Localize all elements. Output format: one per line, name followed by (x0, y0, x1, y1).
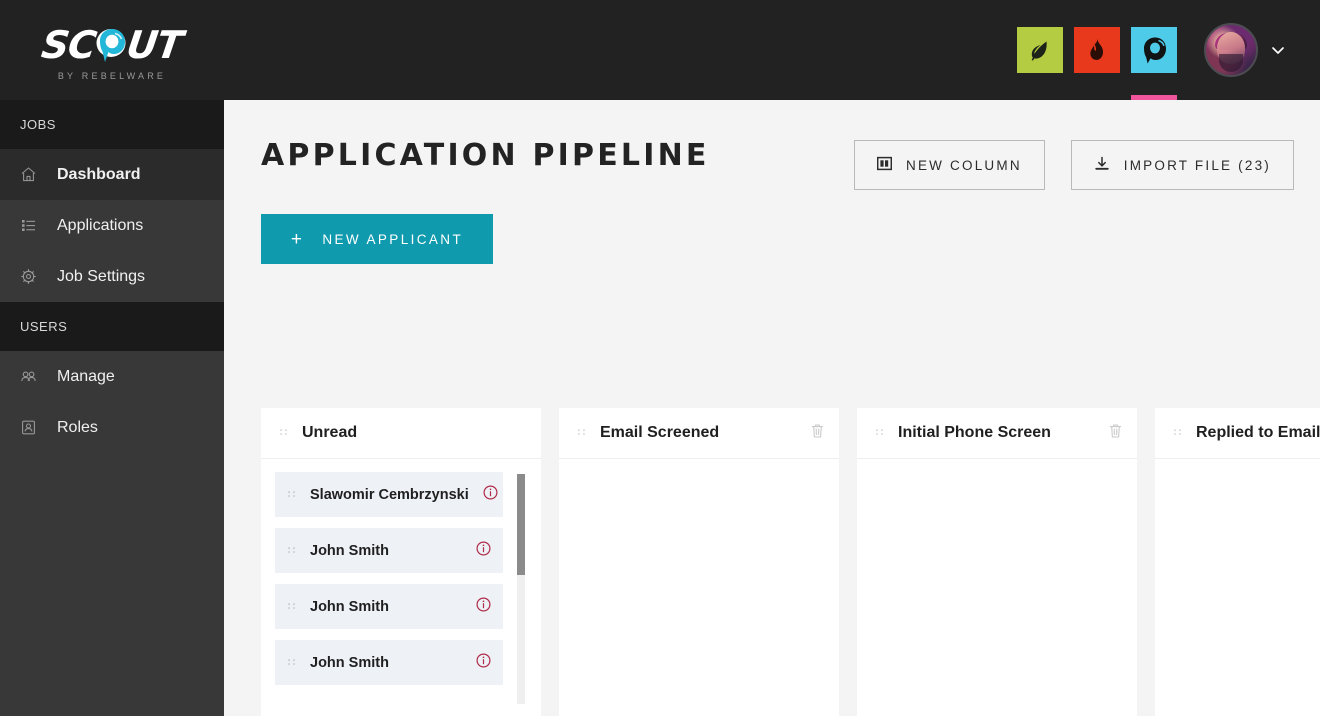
sidebar-item-roles-label: Roles (57, 418, 98, 436)
applicant-card[interactable]: John Smith (275, 640, 503, 685)
nav-app-leaf[interactable] (1017, 27, 1063, 73)
user-menu[interactable] (1204, 23, 1286, 77)
brand-wordmark: SC UT (39, 22, 185, 67)
flame-icon (1074, 27, 1120, 73)
brand-name-part-ut: UT (123, 22, 185, 67)
page-header-actions: NEW COLUMN IMPORT FILE (23) (854, 137, 1294, 190)
sidebar-item-manage-label: Manage (57, 367, 115, 385)
sidebar-section-jobs: JOBS (0, 100, 224, 149)
leaf-icon (1017, 27, 1063, 73)
drag-handle-icon[interactable] (287, 545, 296, 557)
top-bar: SC UT BY REBELWARE (0, 0, 1320, 100)
sidebar-item-roles[interactable]: Roles (0, 402, 224, 453)
column-title: Initial Phone Screen (898, 424, 1051, 441)
page-title: APPLICATION PIPELINE (261, 138, 710, 173)
scrollbar-thumb[interactable] (517, 474, 525, 575)
sidebar-item-dashboard-label: Dashboard (57, 165, 141, 183)
board-columns: Unread Slawomir Cembrzynski John Smith J… (261, 408, 1320, 716)
applicant-name: John Smith (310, 598, 389, 615)
drag-handle-icon[interactable] (287, 601, 296, 613)
drag-handle-icon[interactable] (875, 427, 884, 439)
column-body: Slawomir Cembrzynski John Smith John Smi… (261, 459, 541, 716)
board-column-email-screened: Email Screened (559, 408, 839, 716)
column-title: Replied to Email (1196, 424, 1320, 441)
scout-icon (1131, 27, 1177, 73)
home-icon (20, 166, 37, 183)
brand-tagline: BY REBELWARE (57, 70, 167, 81)
column-title: Email Screened (600, 424, 720, 441)
column-body (1155, 459, 1320, 716)
new-column-button[interactable]: NEW COLUMN (854, 140, 1045, 190)
card-list: Slawomir Cembrzynski John Smith John Smi… (275, 472, 503, 685)
brand-logo[interactable]: SC UT BY REBELWARE (0, 0, 224, 100)
column-header[interactable]: Initial Phone Screen (857, 408, 1137, 459)
import-file-button[interactable]: IMPORT FILE (23) (1070, 140, 1294, 190)
badge-icon (20, 419, 37, 436)
board-column-replied-to-email: Replied to Email (1155, 408, 1320, 716)
top-nav (1017, 0, 1320, 100)
import-icon (1094, 156, 1110, 175)
column-header[interactable]: Email Screened (559, 408, 839, 459)
column-header[interactable]: Replied to Email (1155, 408, 1320, 459)
nav-app-scout[interactable] (1131, 27, 1177, 100)
drag-handle-icon[interactable] (287, 489, 296, 501)
sidebar-section-jobs-label: JOBS (20, 117, 56, 132)
users-icon (20, 368, 37, 385)
column-vertical-scrollbar[interactable] (517, 474, 525, 704)
avatar[interactable] (1204, 23, 1258, 77)
applicant-card[interactable]: Slawomir Cembrzynski (275, 472, 503, 517)
drag-handle-icon[interactable] (279, 427, 288, 439)
applicant-name: Slawomir Cembrzynski (310, 486, 469, 503)
brand-o-mark (95, 27, 128, 63)
drag-handle-icon[interactable] (287, 657, 296, 669)
chevron-down-icon[interactable] (1270, 42, 1286, 58)
new-applicant-button[interactable]: + NEW APPLICANT (261, 214, 493, 264)
column-icon (876, 156, 893, 174)
nav-app-flame[interactable] (1074, 27, 1120, 73)
info-circle-icon[interactable] (476, 540, 491, 561)
sidebar-item-job-settings-label: Job Settings (57, 267, 146, 285)
board-column-unread: Unread Slawomir Cembrzynski John Smith J… (261, 408, 541, 716)
sidebar-section-users: USERS (0, 302, 224, 351)
sidebar-item-applications[interactable]: Applications (0, 200, 224, 251)
pipeline-board: Unread Slawomir Cembrzynski John Smith J… (261, 408, 1320, 716)
applicant-card[interactable]: John Smith (275, 584, 503, 629)
column-body (857, 459, 1137, 716)
import-file-button-label: IMPORT FILE (23) (1123, 157, 1271, 173)
sidebar-item-dashboard[interactable]: Dashboard (0, 149, 224, 200)
applicant-card[interactable]: John Smith (275, 528, 503, 573)
plus-icon: + (290, 228, 305, 250)
new-column-button-label: NEW COLUMN (906, 157, 1022, 173)
gear-icon (20, 268, 37, 285)
brand-name-part-sc: SC (39, 22, 99, 67)
applicant-name: John Smith (310, 542, 389, 559)
new-applicant-button-label: NEW APPLICANT (322, 231, 464, 247)
column-title: Unread (302, 424, 358, 441)
sidebar-item-applications-label: Applications (57, 216, 144, 234)
drag-handle-icon[interactable] (1173, 427, 1182, 439)
sidebar-item-job-settings[interactable]: Job Settings (0, 251, 224, 302)
drag-handle-icon[interactable] (577, 427, 586, 439)
avatar-beard (1219, 54, 1243, 72)
delete-column-icon[interactable] (1108, 423, 1123, 444)
sidebar-section-users-label: USERS (20, 319, 68, 334)
board-column-initial-phone-screen: Initial Phone Screen (857, 408, 1137, 716)
applicant-name: John Smith (310, 654, 389, 671)
column-header[interactable]: Unread (261, 408, 541, 459)
column-body (559, 459, 839, 716)
list-icon (20, 217, 37, 234)
page-header: APPLICATION PIPELINE NEW COLUMN IMPORT F… (224, 100, 1320, 190)
info-circle-icon[interactable] (476, 596, 491, 617)
sidebar: JOBS Dashboard Applications Job Settings… (0, 100, 224, 716)
info-circle-icon[interactable] (476, 652, 491, 673)
main-content: APPLICATION PIPELINE NEW COLUMN IMPORT F… (224, 100, 1320, 716)
delete-column-icon[interactable] (810, 423, 825, 444)
sidebar-item-manage[interactable]: Manage (0, 351, 224, 402)
info-circle-icon[interactable] (483, 484, 498, 505)
